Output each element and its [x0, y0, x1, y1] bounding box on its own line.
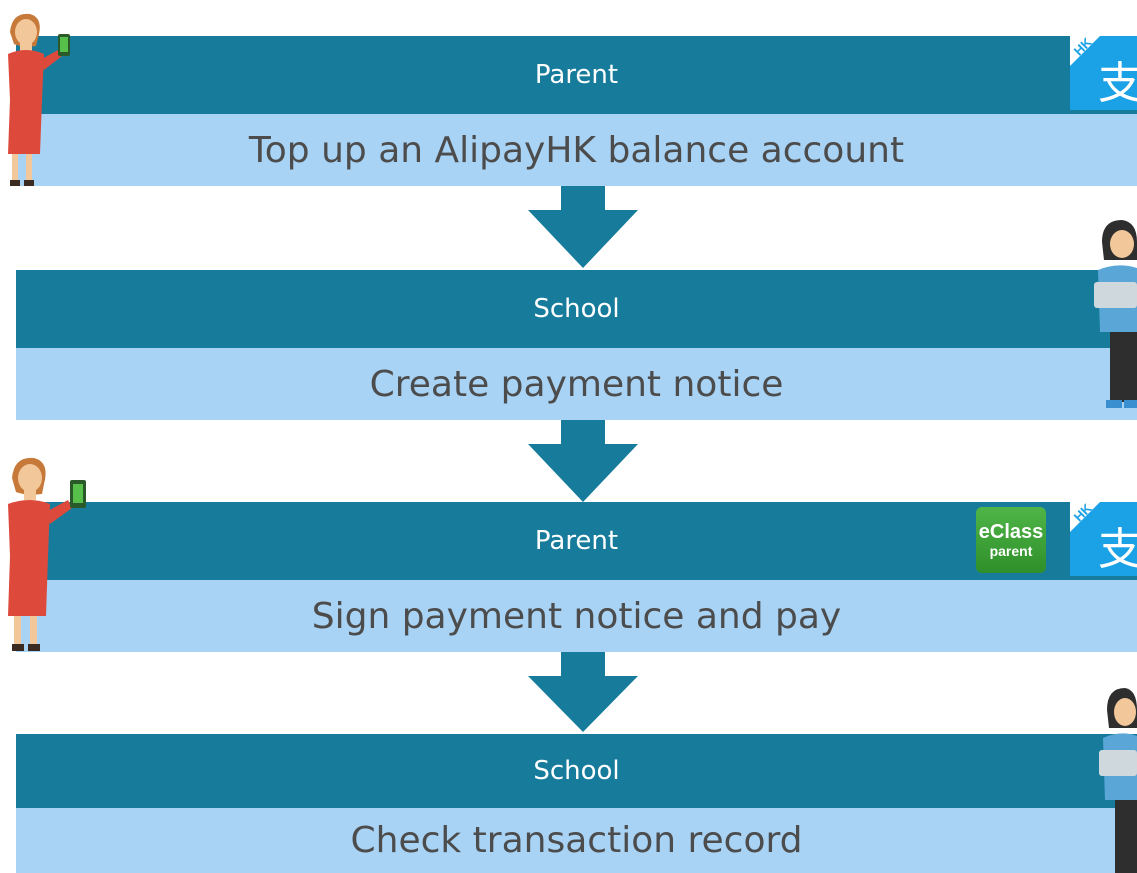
down-arrow-icon: [528, 652, 638, 732]
school-staff-figure-icon: [1099, 688, 1137, 873]
down-arrow-icon: [528, 420, 638, 502]
alipay-glyph: 支: [1098, 524, 1137, 575]
alipay-glyph: 支: [1098, 58, 1137, 109]
step-2-action-label: Create payment notice: [369, 363, 784, 405]
step-1-action-band: Top up an AlipayHK balance account: [16, 114, 1137, 186]
step-1-actor-band: Parent: [16, 36, 1137, 114]
alipay-hk-logo-icon: HK 支: [1070, 502, 1137, 576]
step-4-actor-band: School: [16, 734, 1137, 808]
step-3-action-band: Sign payment notice and pay: [16, 580, 1137, 652]
alipay-hk-logo-icon: HK 支: [1070, 36, 1137, 110]
step-4-action-band: Check transaction record: [16, 808, 1137, 873]
step-3-actor-band: Parent: [16, 502, 1137, 580]
parent-figure-icon: [8, 13, 70, 186]
step-1-action-label: Top up an AlipayHK balance account: [248, 129, 905, 171]
step-4-actor-label: School: [533, 756, 620, 786]
step-3-actor-label: Parent: [534, 526, 619, 556]
step-2-actor-label: School: [533, 294, 620, 324]
down-arrow-icon: [528, 186, 638, 268]
step-1-actor-label: Parent: [534, 60, 619, 90]
parent-figure-icon: [8, 457, 86, 651]
step-4-action-label: Check transaction record: [350, 820, 803, 861]
eclass-logo-line2: parent: [989, 543, 1033, 559]
eclass-logo-line1: eClass: [978, 521, 1044, 543]
step-2-actor-band: School: [16, 270, 1137, 348]
step-3-action-label: Sign payment notice and pay: [311, 595, 842, 637]
school-staff-figure-icon: [1094, 220, 1137, 408]
eclass-parent-logo-icon: eClass parent: [976, 507, 1046, 573]
step-2-action-band: Create payment notice: [16, 348, 1137, 420]
